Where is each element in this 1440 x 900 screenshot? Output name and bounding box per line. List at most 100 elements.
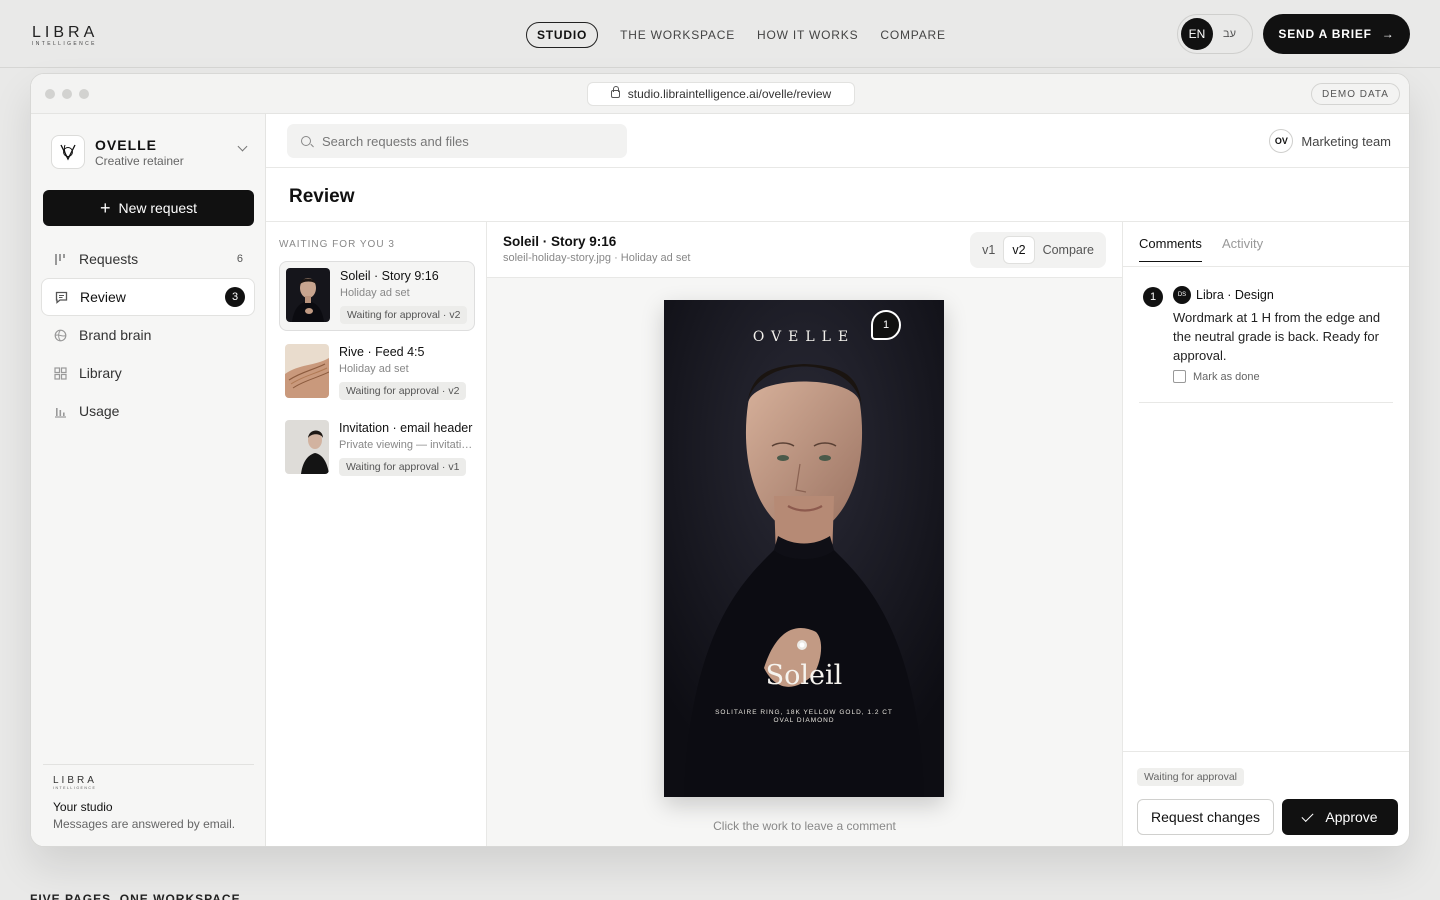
comments-panel: Comments Activity 1 DS Libra · Design Wo… bbox=[1122, 221, 1409, 846]
request-changes-button[interactable]: Request changes bbox=[1137, 799, 1274, 835]
version-compare[interactable]: Compare bbox=[1035, 237, 1102, 263]
queue-item-title: Soleil · Story 9:16 bbox=[340, 269, 439, 283]
version-switcher: v1 v2 Compare bbox=[970, 232, 1106, 268]
viewer-header: Soleil · Story 9:16 soleil-holiday-story… bbox=[487, 222, 1122, 278]
ovelle-monogram-icon bbox=[60, 144, 76, 161]
mark-as-done[interactable]: Mark as done bbox=[1173, 370, 1260, 383]
sidebar-item-label: Review bbox=[80, 289, 126, 305]
comment-thread[interactable]: 1 DS Libra · Design Wordmark at 1 H from… bbox=[1139, 282, 1393, 403]
window-controls bbox=[45, 89, 89, 99]
status-badge: Waiting for approval · v2 bbox=[339, 382, 467, 400]
window-dot-minimize[interactable] bbox=[62, 89, 72, 99]
footer-title: Your studio bbox=[53, 800, 113, 814]
site-link-workspace[interactable]: THE WORKSPACE bbox=[620, 28, 735, 42]
app-window: studio.libraintelligence.ai/ovelle/revie… bbox=[30, 73, 1410, 847]
mark-done-label: Mark as done bbox=[1193, 370, 1260, 383]
language-toggle[interactable]: EN עב bbox=[1177, 14, 1253, 54]
sidebar-item-label: Requests bbox=[79, 251, 139, 267]
tab-comments[interactable]: Comments bbox=[1139, 236, 1202, 262]
new-request-button[interactable]: + New request bbox=[43, 190, 254, 226]
artwork-viewer: Soleil · Story 9:16 soleil-holiday-story… bbox=[487, 221, 1122, 846]
search-box[interactable] bbox=[287, 124, 627, 158]
page-title: Review bbox=[289, 186, 355, 207]
status-badge: Waiting for approval · v2 bbox=[340, 306, 468, 324]
queue-item-info: Rive · Feed 4:5 Holiday ad set Waiting f… bbox=[339, 344, 469, 400]
arrow-right-icon: → bbox=[1381, 27, 1395, 41]
artwork-canvas[interactable]: OVELLE 1 Soleil SOLITAIRE RING, 18K YELL… bbox=[664, 300, 944, 797]
sidebar-nav: Requests 6 Review 3 Brand brain Library … bbox=[41, 240, 255, 430]
address-bar[interactable]: studio.libraintelligence.ai/ovelle/revie… bbox=[587, 82, 855, 106]
queue-heading: WAITING FOR YOU 3 bbox=[279, 239, 395, 250]
site-link-studio[interactable]: STUDIO bbox=[526, 22, 599, 48]
queue-item-title: Rive · Feed 4:5 bbox=[339, 345, 425, 359]
sidebar-item-usage[interactable]: Usage bbox=[41, 392, 255, 430]
queue-item-info: Soleil · Story 9:16 Holiday ad set Waiti… bbox=[340, 268, 468, 324]
queue-item[interactable]: Soleil · Story 9:16 Holiday ad set Waiti… bbox=[279, 261, 475, 331]
check-icon bbox=[1301, 809, 1314, 822]
artwork-caption-line-1: SOLITAIRE RING, 18K YELLOW GOLD, 1.2 CT bbox=[715, 709, 893, 716]
section-heading-below: FIVE PAGES, ONE WORKSPACE bbox=[30, 892, 241, 900]
window-dot-maximize[interactable] bbox=[79, 89, 89, 99]
grid-icon bbox=[54, 366, 67, 380]
bar-chart-icon bbox=[54, 405, 67, 418]
send-brief-label: SEND A BRIEF bbox=[1278, 27, 1372, 41]
window-dot-close[interactable] bbox=[45, 89, 55, 99]
status-badge: Waiting for approval bbox=[1137, 768, 1244, 786]
comment-number: 1 bbox=[1143, 287, 1163, 307]
mark-done-checkbox[interactable] bbox=[1173, 370, 1186, 383]
queue-thumbnail bbox=[285, 420, 329, 474]
queue-item-subtitle: Holiday ad set bbox=[340, 287, 410, 299]
review-count-badge: 3 bbox=[225, 287, 245, 307]
queue-item[interactable]: Invitation · email header Private viewin… bbox=[279, 414, 475, 482]
org-switcher[interactable]: OVELLE Creative retainer bbox=[51, 134, 254, 170]
comment-pin[interactable]: 1 bbox=[871, 310, 901, 340]
queue-item-info: Invitation · email header Private viewin… bbox=[339, 420, 473, 476]
requests-icon bbox=[54, 253, 67, 266]
team-label: Marketing team bbox=[1301, 133, 1391, 149]
sidebar-footer: LIBRA INTELLIGENCE Your studio Messages … bbox=[43, 764, 254, 831]
sidebar: OVELLE Creative retainer + New request R… bbox=[31, 114, 266, 846]
search-input[interactable] bbox=[322, 133, 612, 149]
queue-item-title: Invitation · email header bbox=[339, 421, 473, 435]
avatar: DS bbox=[1173, 286, 1191, 304]
queue-thumbnail bbox=[286, 268, 330, 322]
status-badge: Waiting for approval · v1 bbox=[339, 458, 467, 476]
version-v1[interactable]: v1 bbox=[974, 237, 1003, 263]
site-link-compare[interactable]: COMPARE bbox=[880, 28, 945, 42]
sidebar-item-brand-brain[interactable]: Brand brain bbox=[41, 316, 255, 354]
tab-activity[interactable]: Activity bbox=[1222, 236, 1263, 251]
version-v2[interactable]: v2 bbox=[1003, 236, 1035, 264]
send-brief-button[interactable]: SEND A BRIEF → bbox=[1263, 14, 1410, 54]
review-icon bbox=[55, 291, 68, 304]
search-icon bbox=[301, 136, 311, 146]
sidebar-item-library[interactable]: Library bbox=[41, 354, 255, 392]
queue-item[interactable]: Rive · Feed 4:5 Holiday ad set Waiting f… bbox=[279, 338, 475, 406]
footer-logo-word: LIBRA bbox=[53, 775, 97, 786]
window-titlebar: studio.libraintelligence.ai/ovelle/revie… bbox=[31, 74, 1409, 114]
site-link-how-it-works[interactable]: HOW IT WORKS bbox=[757, 28, 858, 42]
artwork-brand: OVELLE bbox=[752, 329, 856, 345]
team-selector[interactable]: OV Marketing team bbox=[1269, 129, 1391, 153]
approve-label: Approve bbox=[1325, 809, 1378, 825]
approve-button[interactable]: Approve bbox=[1282, 799, 1398, 835]
lock-icon bbox=[610, 86, 620, 98]
artwork-caption-line-2: OVAL DIAMOND bbox=[773, 717, 835, 724]
comment-author: Libra · Design bbox=[1196, 288, 1274, 302]
main-topbar: OV Marketing team bbox=[266, 114, 1409, 168]
queue-thumbnail bbox=[285, 344, 329, 398]
sidebar-item-label: Library bbox=[79, 365, 122, 381]
demo-data-badge: DEMO DATA bbox=[1311, 83, 1400, 105]
lang-he[interactable]: עב bbox=[1223, 28, 1236, 40]
address-url: studio.libraintelligence.ai/ovelle/revie… bbox=[627, 87, 832, 101]
panel-tabs: Comments Activity bbox=[1123, 222, 1409, 267]
sidebar-item-review[interactable]: Review 3 bbox=[41, 278, 255, 316]
requests-count: 6 bbox=[236, 253, 243, 265]
queue-item-subtitle: Private viewing — invitation bbox=[339, 439, 473, 451]
site-logo[interactable]: LIBRA INTELLIGENCE bbox=[32, 25, 98, 48]
sidebar-item-requests[interactable]: Requests 6 bbox=[41, 240, 255, 278]
team-avatar: OV bbox=[1269, 129, 1294, 153]
new-request-label: New request bbox=[118, 200, 198, 216]
lang-en[interactable]: EN bbox=[1181, 18, 1213, 50]
viewer-subtitle: soleil-holiday-story.jpg · Holiday ad se… bbox=[503, 252, 691, 264]
comment-hint: Click the work to leave a comment bbox=[713, 819, 896, 833]
